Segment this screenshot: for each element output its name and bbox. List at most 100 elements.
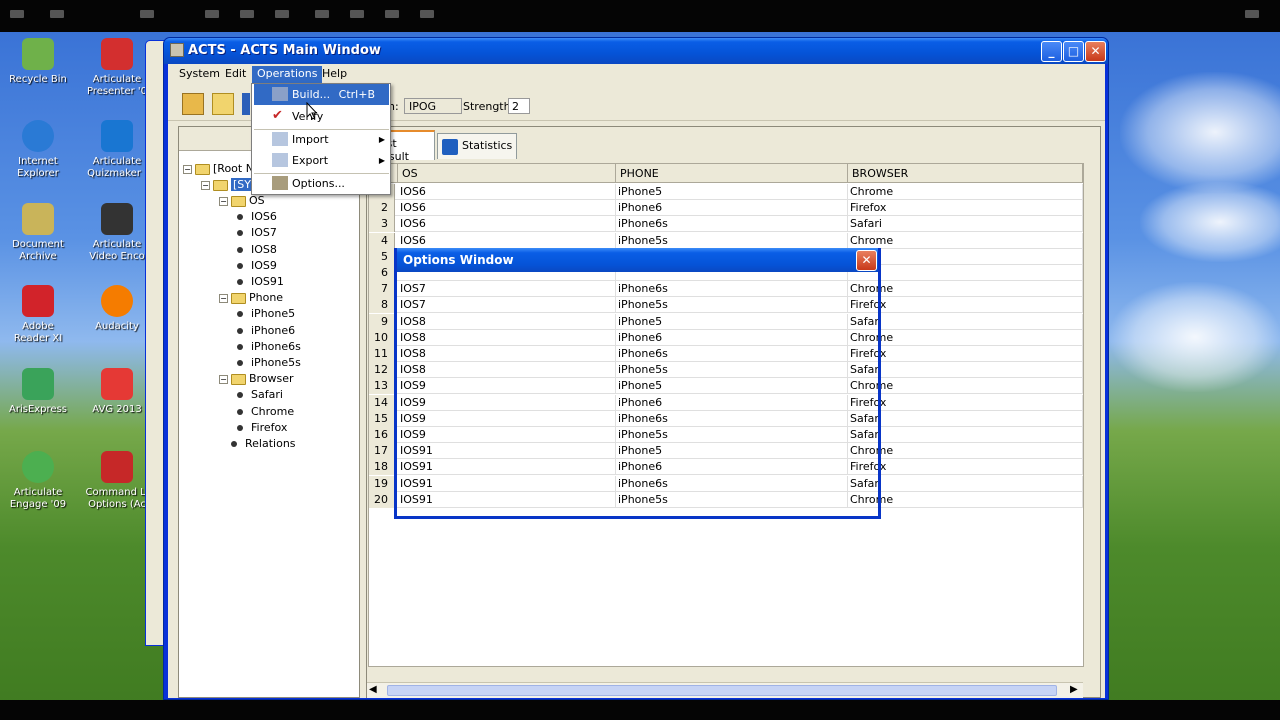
folder-icon [213,179,228,191]
open-folder-icon[interactable] [212,93,234,115]
cell-os: IOS6 [398,200,616,217]
folder-icon [195,163,210,175]
menu-item-export[interactable]: Export ▶ [254,150,389,171]
collapse-icon[interactable]: − [183,164,192,174]
scroll-left-arrow-icon[interactable]: ◀ [369,684,377,695]
tree-folder-phone[interactable]: − Phone [219,290,283,306]
strength-field[interactable]: 2 [508,98,530,114]
strength-label: Strength: [463,100,515,113]
cell-os: IOS6 [398,184,616,200]
collapse-icon[interactable]: − [201,180,210,190]
row-number: 18 [369,459,395,476]
tree-leaf-iphone5[interactable]: iPhone5 [237,306,295,322]
submenu-arrow-icon: ▶ [378,135,385,144]
tree-leaf-safari[interactable]: Safari [237,387,283,403]
options-close-button[interactable]: ✕ [856,250,877,271]
menu-edit[interactable]: Edit [220,66,251,83]
tree-leaf-firefox[interactable]: Firefox [237,420,287,436]
minimize-button[interactable]: _ [1041,41,1062,62]
collapse-icon[interactable]: − [219,293,228,303]
tab-statistics[interactable]: Statistics [437,133,517,159]
algorithm-field[interactable]: IPOG [404,98,462,114]
desktop-icon-document-archive[interactable]: Document Archive [3,203,73,263]
toolbar-icon[interactable] [385,10,399,18]
tree-leaf-iphone6s[interactable]: iPhone6s [237,339,301,355]
remote-session-toolbar [0,0,1280,32]
title-bar[interactable]: ACTS - ACTS Main Window _ □ ✕ [164,38,1108,64]
close-button[interactable]: ✕ [1085,41,1106,62]
toolbar-icon[interactable] [420,10,434,18]
desktop-icon-recycle-bin[interactable]: Recycle Bin [3,38,73,86]
column-header-os[interactable]: OS [398,164,616,183]
bullet-icon [237,424,243,431]
horizontal-scrollbar[interactable]: ◀ ▶ [367,682,1083,698]
tree-leaf-chrome[interactable]: Chrome [237,404,294,420]
table-row[interactable]: 2 IOS6 iPhone6 Firefox [369,200,1083,217]
tree-leaf-ios8[interactable]: IOS8 [237,242,277,258]
toolbar-icon[interactable] [1245,10,1259,18]
desktop-icon-articulate-presenter[interactable]: Articulate Presenter '0 [82,38,152,98]
tree-leaf-ios9[interactable]: IOS9 [237,258,277,274]
menu-help[interactable]: Help [317,66,352,83]
tree-leaf-relations[interactable]: Relations [231,436,296,452]
tree-system-node[interactable]: − [SY [201,177,253,193]
menu-item-options[interactable]: Options... [254,173,389,194]
menu-item-verify[interactable]: ✔ Verify [254,106,389,127]
menu-operations[interactable]: Operations [252,66,323,83]
save-icon[interactable] [242,93,250,115]
tree-folder-browser[interactable]: − Browser [219,371,294,387]
scroll-right-arrow-icon[interactable]: ▶ [1070,684,1078,695]
adobe-reader-icon [22,285,54,317]
desktop-icon-command-line-options[interactable]: Command Li Options (Ac [82,451,152,511]
tree-folder-os[interactable]: − OS [219,193,265,209]
desktop-icon-internet-explorer[interactable]: Internet Explorer [3,120,73,180]
bullet-icon [237,343,243,350]
cell-browser: Safari [848,216,1083,233]
desktop-icon-adobe-reader[interactable]: Adobe Reader XI [3,285,73,345]
toolbar-icon[interactable] [140,10,154,18]
tree-leaf-ios91[interactable]: IOS91 [237,274,284,290]
collapse-icon[interactable]: − [219,196,228,206]
new-system-icon[interactable] [182,93,204,115]
bullet-icon [237,246,243,253]
toolbar-icon[interactable] [10,10,24,18]
toolbar-icon[interactable] [315,10,329,18]
tree-leaf-ios7[interactable]: IOS7 [237,225,277,241]
menu-item-build[interactable]: Build... Ctrl+B [254,84,389,105]
column-header-browser[interactable]: BROWSER [848,164,1083,183]
table-row[interactable]: 1IOS6iPhone5Chrome [369,184,1083,200]
tree-leaf-ios6[interactable]: IOS6 [237,209,277,225]
aris-icon [22,368,54,400]
scroll-thumb[interactable] [387,685,1057,696]
toolbar-icon[interactable] [240,10,254,18]
row-number: 2 [369,200,395,217]
column-header-phone[interactable]: PHONE [616,164,848,183]
avg-icon [101,368,133,400]
tree-leaf-iphone6[interactable]: iPhone6 [237,323,295,339]
desktop-icon-arisexpress[interactable]: ArisExpress [3,368,73,416]
cell-browser: Firefox [848,459,1083,476]
maximize-button[interactable]: □ [1063,41,1084,62]
toolbar-icon[interactable] [350,10,364,18]
desktop-icon-articulate-engage[interactable]: Articulate Engage '09 [3,451,73,511]
row-number: 17 [369,443,395,460]
options-title-bar[interactable]: Options Window ✕ [397,248,878,272]
desktop-icon-audacity[interactable]: Audacity [82,285,152,333]
menu-item-import[interactable]: Import ▶ [254,129,389,150]
tree-leaf-iphone5s[interactable]: iPhone5s [237,355,301,371]
table-row[interactable]: 3 IOS6 iPhone6s Safari [369,216,1083,233]
desktop-icon-avg[interactable]: AVG 2013 [82,368,152,416]
import-icon [272,132,288,146]
menu-system[interactable]: System [174,66,225,83]
cell-browser: Firefox [848,200,1083,217]
operations-menu: Build... Ctrl+B ✔ Verify Import ▶ Export… [251,83,391,195]
toolbar-icon[interactable] [205,10,219,18]
desktop-icon-articulate-quizmaker[interactable]: Articulate Quizmaker ' [82,120,152,180]
desktop-icon-articulate-video[interactable]: Articulate Video Enco [82,203,152,263]
collapse-icon[interactable]: − [219,374,228,384]
toolbar-icon[interactable] [50,10,64,18]
table-row[interactable]: 4 IOS6 iPhone5s Chrome [369,232,1083,249]
toolbar-icon[interactable] [275,10,289,18]
build-icon [272,87,288,101]
tree-root-node[interactable]: − [Root N [183,161,254,177]
